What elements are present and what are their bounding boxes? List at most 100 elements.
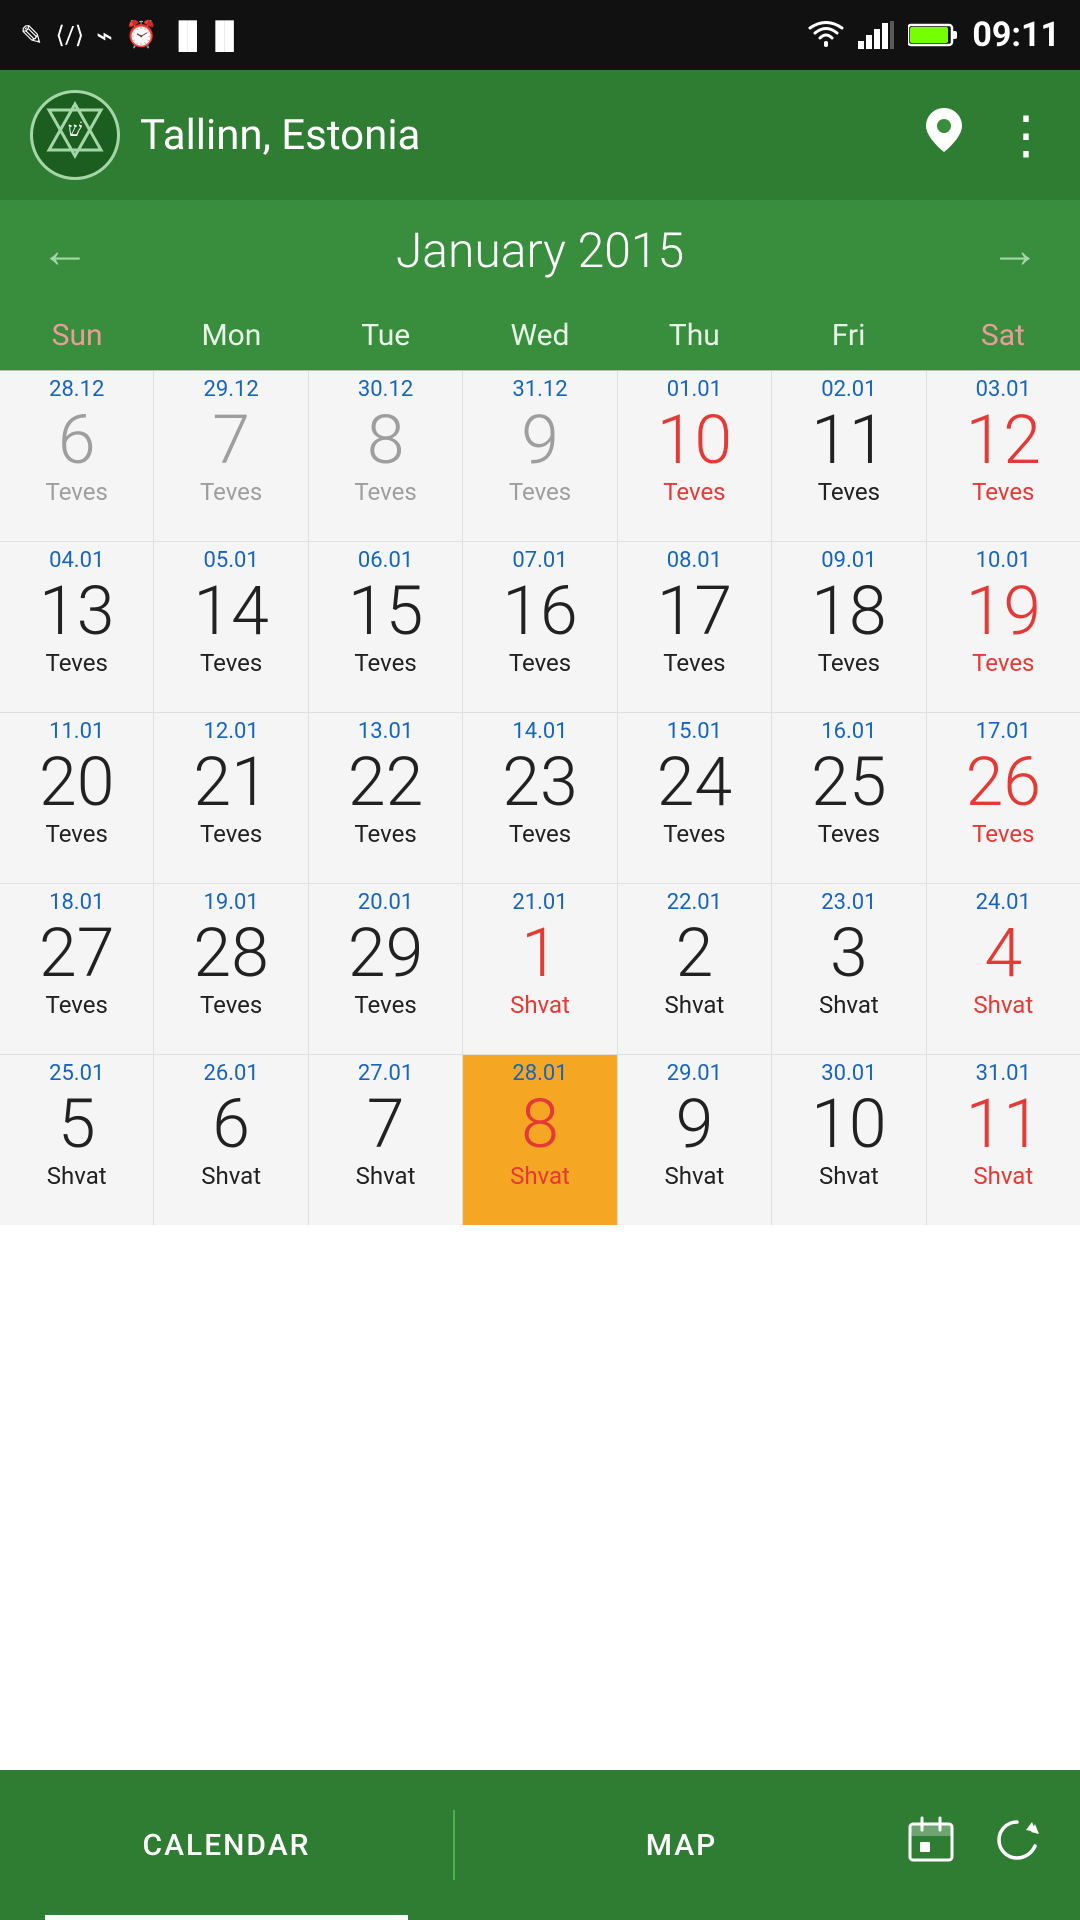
hebrew-month-label: Teves (972, 820, 1034, 848)
month-navigation: ← January 2015 → (0, 200, 1080, 300)
wifi-icon (808, 21, 844, 49)
calendar-cell[interactable]: 30.128Teves (309, 371, 462, 541)
hebrew-month-label: Shvat (819, 1162, 879, 1190)
small-date: 28.12 (49, 377, 104, 402)
calendar-cell[interactable]: 17.0126Teves (927, 713, 1080, 883)
date-number: 4 (984, 919, 1022, 987)
bottom-bar: CALENDAR MAP (0, 1770, 1080, 1920)
hebrew-month-label: Teves (972, 478, 1034, 506)
bottom-actions (908, 1816, 1080, 1874)
date-number: 6 (212, 1090, 250, 1158)
hebrew-month-label: Teves (200, 991, 262, 1019)
more-icon[interactable]: ⋮ (1000, 105, 1050, 166)
next-month-button[interactable]: → (990, 221, 1040, 280)
white-area (0, 1225, 1080, 1655)
calendar-cell[interactable]: 28.126Teves (0, 371, 153, 541)
days-of-week-header: SunMonTueWedThuFriSat (0, 300, 1080, 370)
location-icon[interactable] (924, 106, 964, 164)
calendar-cell[interactable]: 23.013Shvat (772, 884, 925, 1054)
calendar-cell[interactable]: 26.016Shvat (154, 1055, 307, 1225)
small-date: 09.01 (821, 548, 876, 573)
date-number: 10 (657, 406, 732, 474)
small-date: 22.01 (667, 890, 722, 915)
calendar-cell[interactable]: 08.0117Teves (618, 542, 771, 712)
date-number: 15 (348, 577, 423, 645)
day-header-tue: Tue (309, 300, 463, 370)
calendar-cell[interactable]: 10.0119Teves (927, 542, 1080, 712)
date-number: 7 (367, 1090, 405, 1158)
calendar-cell[interactable]: 30.0110Shvat (772, 1055, 925, 1225)
hebrew-month-label: Teves (509, 649, 571, 677)
calendar-cell[interactable]: 29.019Shvat (618, 1055, 771, 1225)
small-date: 07.01 (512, 548, 567, 573)
calendar-cell[interactable]: 12.0121Teves (154, 713, 307, 883)
calendar-cell[interactable]: 18.0127Teves (0, 884, 153, 1054)
date-number: 9 (676, 1090, 714, 1158)
small-date: 23.01 (821, 890, 876, 915)
small-date: 24.01 (976, 890, 1031, 915)
date-number: 18 (811, 577, 886, 645)
small-date: 03.01 (976, 377, 1031, 402)
calendar-cell[interactable]: 25.015Shvat (0, 1055, 153, 1225)
calendar-tab[interactable]: CALENDAR (0, 1770, 453, 1920)
calendar-cell[interactable]: 28.018Shvat (463, 1055, 616, 1225)
small-date: 18.01 (49, 890, 104, 915)
small-date: 30.01 (821, 1061, 876, 1086)
calendar-cell[interactable]: 07.0116Teves (463, 542, 616, 712)
calendar-cell[interactable]: 13.0122Teves (309, 713, 462, 883)
calendar-cell[interactable]: 16.0125Teves (772, 713, 925, 883)
calendar-cell[interactable]: 19.0128Teves (154, 884, 307, 1054)
date-number: 8 (521, 1090, 559, 1158)
date-number: 1 (521, 919, 559, 987)
calendar-cell[interactable]: 06.0115Teves (309, 542, 462, 712)
calendar-cell[interactable]: 29.127Teves (154, 371, 307, 541)
calendar-cell[interactable]: 15.0124Teves (618, 713, 771, 883)
hebrew-month-label: Teves (200, 649, 262, 677)
status-bar: ✎ ⟨/⟩ ⌁ ⏰ ▐▌▐▌ 09:11 (0, 0, 1080, 70)
map-tab[interactable]: MAP (455, 1770, 908, 1920)
calendar-cell[interactable]: 27.017Shvat (309, 1055, 462, 1225)
calendar-cell[interactable]: 20.0129Teves (309, 884, 462, 1054)
calendar-cell[interactable]: 05.0114Teves (154, 542, 307, 712)
month-year-title: January 2015 (396, 222, 684, 279)
date-number: 14 (193, 577, 268, 645)
date-number: 27 (39, 919, 114, 987)
small-date: 17.01 (976, 719, 1031, 744)
small-date: 31.01 (976, 1061, 1031, 1086)
calendar-cell[interactable]: 21.011Shvat (463, 884, 616, 1054)
calendar-cell[interactable]: 31.12 9 Teves (463, 371, 616, 541)
calendar-cell[interactable]: 31.0111Shvat (927, 1055, 1080, 1225)
hebrew-month-label: Teves (509, 820, 571, 848)
date-number: 21 (193, 748, 268, 816)
small-date: 31.12 (512, 377, 567, 402)
small-date: 02.01 (821, 377, 876, 402)
map-tab-label: MAP (646, 1828, 718, 1863)
date-number: 11 (966, 1090, 1041, 1158)
small-date: 08.01 (667, 548, 722, 573)
calendar-cell[interactable]: 24.014Shvat (927, 884, 1080, 1054)
prev-month-button[interactable]: ← (40, 221, 90, 280)
refresh-icon[interactable] (994, 1816, 1040, 1874)
calendar-cell[interactable]: 11.0120Teves (0, 713, 153, 883)
date-number: 23 (502, 748, 577, 816)
hebrew-month-label: Teves (46, 820, 108, 848)
hebrew-month-label: Teves (354, 991, 416, 1019)
small-date: 16.01 (821, 719, 876, 744)
small-date: 11.01 (49, 719, 104, 744)
calendar-cell[interactable]: 09.0118Teves (772, 542, 925, 712)
date-number: 9 (521, 406, 559, 474)
calendar-cell[interactable]: 22.012Shvat (618, 884, 771, 1054)
calendar-cell[interactable]: 01.0110Teves (618, 371, 771, 541)
svg-text:שׁ: שׁ (68, 119, 82, 141)
calendar-cell[interactable]: 14.0123Teves (463, 713, 616, 883)
calendar-cell[interactable]: 03.0112Teves (927, 371, 1080, 541)
hebrew-month-label: Teves (354, 649, 416, 677)
hebrew-month-label: Teves (818, 820, 880, 848)
day-header-sun: Sun (0, 300, 154, 370)
calendar-cell[interactable]: 04.0113Teves (0, 542, 153, 712)
calendar-cell[interactable]: 02.0111Teves (772, 371, 925, 541)
date-number: 24 (657, 748, 732, 816)
calendar-today-icon[interactable] (908, 1816, 954, 1874)
hebrew-month-label: Teves (354, 478, 416, 506)
hebrew-month-label: Teves (509, 478, 571, 506)
